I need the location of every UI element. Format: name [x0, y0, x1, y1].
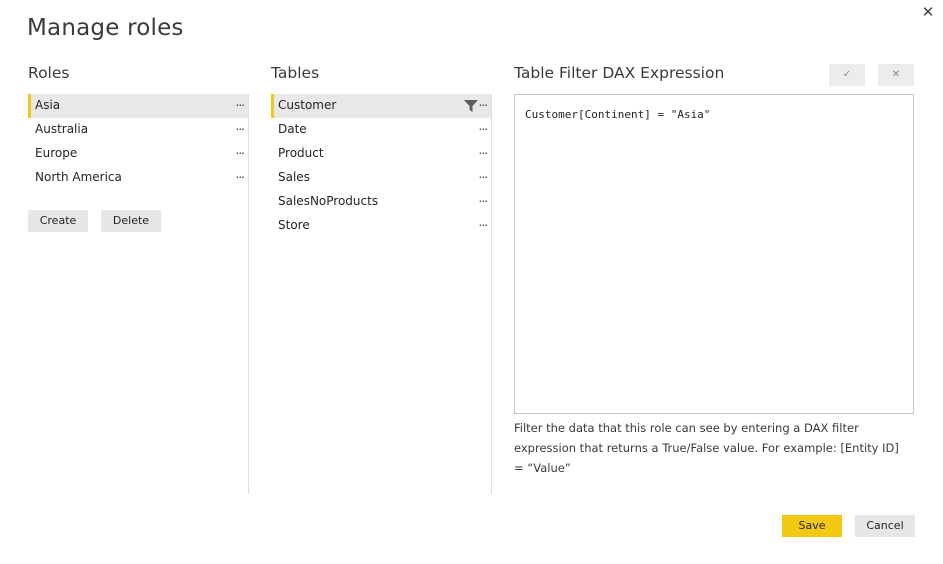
table-more-options[interactable]: ... [479, 91, 489, 114]
delete-role-button[interactable]: Delete [101, 210, 161, 232]
table-more-options[interactable]: ... [479, 139, 489, 162]
role-more-options[interactable]: ... [236, 115, 246, 138]
dax-help-text: Filter the data that this role can see b… [514, 421, 899, 475]
table-item-date[interactable]: Date ... [271, 118, 491, 142]
table-more-options[interactable]: ... [479, 187, 489, 210]
roles-header: Roles [28, 64, 70, 82]
table-label: Customer [278, 98, 337, 112]
role-more-options[interactable]: ... [236, 91, 246, 114]
role-label: Europe [35, 146, 78, 160]
role-label: Australia [35, 122, 89, 136]
close-icon[interactable]: ✕ [917, 2, 939, 22]
table-label: Sales [278, 170, 310, 184]
role-more-options[interactable]: ... [236, 139, 246, 162]
role-more-options[interactable]: ... [236, 163, 246, 186]
table-more-options[interactable]: ... [479, 115, 489, 138]
save-button[interactable]: Save [782, 515, 842, 537]
confirm-check-icon[interactable]: ✓ [829, 64, 865, 86]
table-item-store[interactable]: Store ... [271, 214, 491, 238]
table-label: Store [278, 218, 310, 232]
column-divider [491, 94, 492, 494]
roles-list: Asia ... Australia ... Europe ... North … [28, 94, 248, 190]
tables-list: Customer ... Date ... Product ... Sales … [271, 94, 491, 238]
role-item-europe[interactable]: Europe ... [28, 142, 248, 166]
dax-expression-text: Customer[Continent] = "Asia" [525, 108, 711, 121]
tables-header: Tables [271, 64, 320, 82]
role-item-australia[interactable]: Australia ... [28, 118, 248, 142]
role-label: Asia [35, 98, 61, 112]
table-more-options[interactable]: ... [479, 163, 489, 186]
table-label: Date [278, 122, 307, 136]
table-item-customer[interactable]: Customer ... [271, 94, 491, 118]
table-item-sales[interactable]: Sales ... [271, 166, 491, 190]
role-label: North America [35, 170, 122, 184]
table-item-product[interactable]: Product ... [271, 142, 491, 166]
dialog-title: Manage roles [27, 15, 184, 41]
create-role-button[interactable]: Create [28, 210, 88, 232]
discard-x-icon[interactable]: ✕ [878, 64, 914, 86]
table-item-salesnoproducts[interactable]: SalesNoProducts ... [271, 190, 491, 214]
role-item-north-america[interactable]: North America ... [28, 166, 248, 190]
filter-icon [464, 100, 478, 112]
dax-expression-editor[interactable]: Customer[Continent] = "Asia" [514, 94, 914, 414]
table-more-options[interactable]: ... [479, 211, 489, 234]
cancel-button[interactable]: Cancel [855, 515, 915, 537]
table-label: SalesNoProducts [278, 194, 379, 208]
role-item-asia[interactable]: Asia ... [28, 94, 248, 118]
table-label: Product [278, 146, 324, 160]
expression-header: Table Filter DAX Expression [514, 64, 725, 82]
column-divider [248, 94, 249, 494]
